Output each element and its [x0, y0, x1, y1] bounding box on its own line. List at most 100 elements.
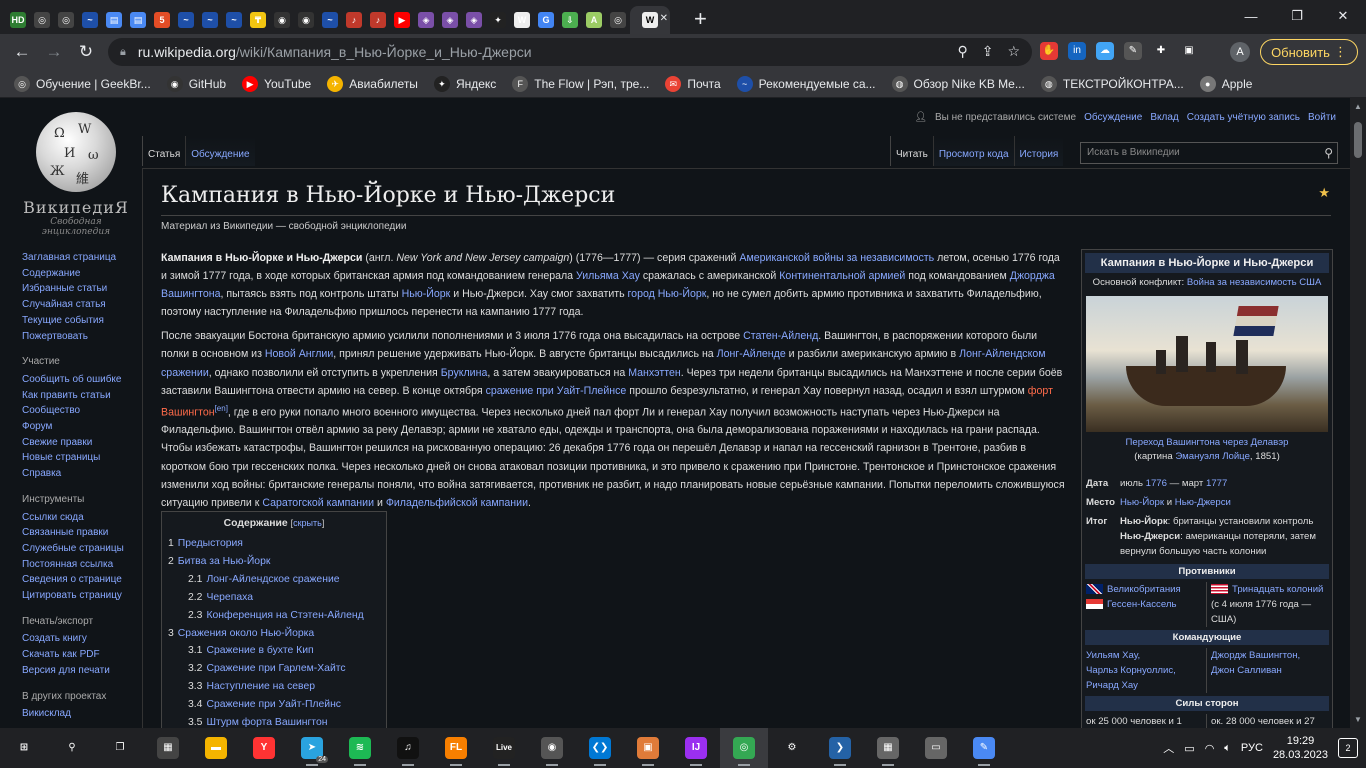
taskbar-app[interactable]: ➤ 24 [288, 728, 336, 768]
browser-tab[interactable]: ~✕ [174, 6, 198, 34]
article-link[interactable]: Американской войны за независимость [739, 252, 934, 264]
search-icon[interactable]: ⚲ [1324, 143, 1333, 163]
browser-tab[interactable]: ◎✕ [54, 6, 78, 34]
commander-link[interactable]: Чарльз Корнуоллис, [1086, 663, 1206, 678]
toc-item[interactable]: 3.1 Сражение в бухте Кип [168, 642, 380, 660]
bookmark-item[interactable]: ▶ YouTube [242, 75, 311, 92]
maximize-button[interactable]: ❐ [1274, 0, 1320, 32]
sidebar-link[interactable]: Цитировать страницу [22, 588, 142, 604]
article-link[interactable]: Манхэттен [628, 367, 680, 379]
article-link[interactable]: сражение при Уайт-Плейнсе [486, 385, 627, 397]
bookmark-item[interactable]: ◎ Обучение | GeekBr... [14, 75, 151, 92]
bookmark-item[interactable]: ◍ ТЕКСТРОЙКОНТРА... [1040, 75, 1184, 92]
date-link-1777[interactable]: 1777 [1206, 478, 1227, 489]
minimize-button[interactable]: — [1228, 0, 1274, 32]
taskbar-app[interactable]: ❯ [816, 728, 864, 768]
sidebar-link[interactable]: Версия для печати [22, 663, 142, 679]
sidebar-link[interactable]: Сведения о странице [22, 572, 142, 588]
infobox-painting[interactable] [1086, 296, 1328, 432]
sidebar-link[interactable]: Создать книгу [22, 631, 142, 647]
wiki-search-input[interactable]: Искать в Википедии ⚲ [1080, 142, 1338, 164]
sidebar-link[interactable]: Содержание [22, 266, 142, 282]
browser-tab[interactable]: ✦✕ [486, 6, 510, 34]
article-link[interactable]: Уильяма Хау [576, 270, 640, 282]
show-hidden-icons-icon[interactable]: ︿ [1163, 740, 1174, 756]
vk-icon[interactable]: in [1068, 42, 1086, 60]
commander-link[interactable]: Уильям Хау, [1086, 648, 1206, 663]
clock[interactable]: 19:29 28.03.2023 [1273, 734, 1328, 762]
taskbar-app[interactable]: IJ [672, 728, 720, 768]
sidebar-link[interactable]: Избранные статьи [22, 281, 142, 297]
sidebar-link[interactable]: Постоянная ссылка [22, 557, 142, 573]
place-link-nj[interactable]: Нью-Джерси [1175, 497, 1231, 508]
sidebar-link[interactable]: Викисклад [22, 706, 142, 722]
taskbar-app[interactable]: ♫ [384, 728, 432, 768]
taskbar-app[interactable]: ▣ [624, 728, 672, 768]
update-browser-button[interactable]: Обновить ⋮ [1260, 39, 1358, 65]
date-link-1776[interactable]: 1776 [1146, 478, 1167, 489]
browser-tab[interactable]: ▤✕ [102, 6, 126, 34]
opponent-link-colonies[interactable]: Тринадцать колоний [1232, 584, 1323, 595]
browser-tab[interactable]: ▶✕ [390, 6, 414, 34]
article-link[interactable]: Филадельфийской кампании [386, 497, 528, 509]
bookmark-item[interactable]: ✉ Почта [665, 75, 721, 92]
sidebar-link[interactable]: Связанные правки [22, 525, 142, 541]
sidebar-link[interactable]: Свежие правки [22, 435, 142, 451]
browser-tab[interactable]: A✕ [582, 6, 606, 34]
scrollbar-thumb[interactable] [1354, 122, 1362, 158]
taskbar-app[interactable]: Live [480, 728, 528, 768]
browser-tab[interactable]: ♪✕ [342, 6, 366, 34]
bookmark-item[interactable]: F The Flow | Рэп, тре... [512, 75, 649, 92]
browser-tab[interactable]: ◎✕ [606, 6, 630, 34]
browser-tab[interactable]: ▤✕ [126, 6, 150, 34]
taskbar-app[interactable]: ▭ [912, 728, 960, 768]
infobox-conflict-link[interactable]: Война за независимость США [1187, 277, 1321, 288]
tab-article[interactable]: Статья [142, 136, 186, 166]
pen-icon[interactable]: ✎ [1124, 42, 1142, 60]
wikipedia-logo[interactable]: ΩW Иω Ж維 ВикипедиЯ Свободная энциклопеди… [16, 112, 136, 237]
taskbar-app[interactable]: ≋ [336, 728, 384, 768]
toc-toggle-link[interactable]: скрыть [293, 518, 322, 528]
zoom-search-icon[interactable]: ⚲ [957, 43, 967, 60]
toc-item[interactable]: 3.2 Сражение при Гарлем-Хайтс [168, 660, 380, 678]
taskbar-app[interactable]: ◉ [528, 728, 576, 768]
taskbar-app[interactable]: ❮❯ [576, 728, 624, 768]
browser-tab[interactable]: ~✕ [318, 6, 342, 34]
browser-tab[interactable]: ₸✕ [246, 6, 270, 34]
address-bar[interactable]: 🔒︎ ru.wikipedia.org/wiki/Кампания_в_Нью-… [108, 38, 1032, 66]
profile-avatar[interactable]: A [1230, 42, 1250, 62]
article-link[interactable]: Лонг-Айленде [717, 348, 786, 360]
toc-item[interactable]: 2.3 Конференция на Стэтен-Айленд [168, 607, 380, 625]
sidepanel-icon[interactable]: ▣ [1180, 42, 1198, 60]
sidebar-link[interactable]: Пожертвовать [22, 329, 142, 345]
toc-item[interactable]: 3.3 Наступление на север [168, 678, 380, 696]
browser-tab-active[interactable]: W ✕ [630, 6, 670, 34]
article-link[interactable]: город Нью-Йорк [628, 288, 707, 300]
sidebar-link[interactable]: Сообщество [22, 403, 142, 419]
taskbar-app[interactable]: FL [432, 728, 480, 768]
battery-icon[interactable]: ▭ [1184, 742, 1194, 755]
browser-tab[interactable]: 5✕ [150, 6, 174, 34]
toc-item[interactable]: 3 Сражения около Нью-Йорка [168, 625, 380, 643]
toc-item[interactable]: 2 Битва за Нью-Йорк [168, 553, 380, 571]
bookmark-star-icon[interactable]: ☆ [1007, 43, 1020, 60]
taskbar-app[interactable]: ▬ [192, 728, 240, 768]
browser-tab[interactable]: ⇩✕ [558, 6, 582, 34]
tab-talk[interactable]: Обсуждение [185, 136, 255, 166]
browser-tab[interactable]: ◈✕ [462, 6, 486, 34]
taskbar-app[interactable]: ▦ [864, 728, 912, 768]
wifi-icon[interactable]: ◠ [1205, 742, 1215, 755]
toc-item[interactable]: 1 Предыстория [168, 535, 380, 553]
toc-item[interactable]: 3.4 Сражение при Уайт-Плейнс [168, 696, 380, 714]
sidebar-link[interactable]: Скачать как PDF [22, 647, 142, 663]
painter-link[interactable]: Эмануэля Лойце [1175, 451, 1250, 462]
browser-tab[interactable]: ◈✕ [438, 6, 462, 34]
infobox-caption-link[interactable]: Переход Вашингтона через Делавэр [1126, 437, 1289, 448]
taskbar-app[interactable]: ◎ [720, 728, 768, 768]
article-link[interactable]: Статен-Айленд [743, 330, 818, 342]
browser-tab[interactable]: ◉✕ [270, 6, 294, 34]
taskbar-app[interactable]: Y [240, 728, 288, 768]
browser-tab[interactable]: ◉✕ [294, 6, 318, 34]
sidebar-link[interactable]: Сообщить об ошибке [22, 372, 142, 388]
personal-link-contribs[interactable]: Вклад [1150, 112, 1178, 123]
